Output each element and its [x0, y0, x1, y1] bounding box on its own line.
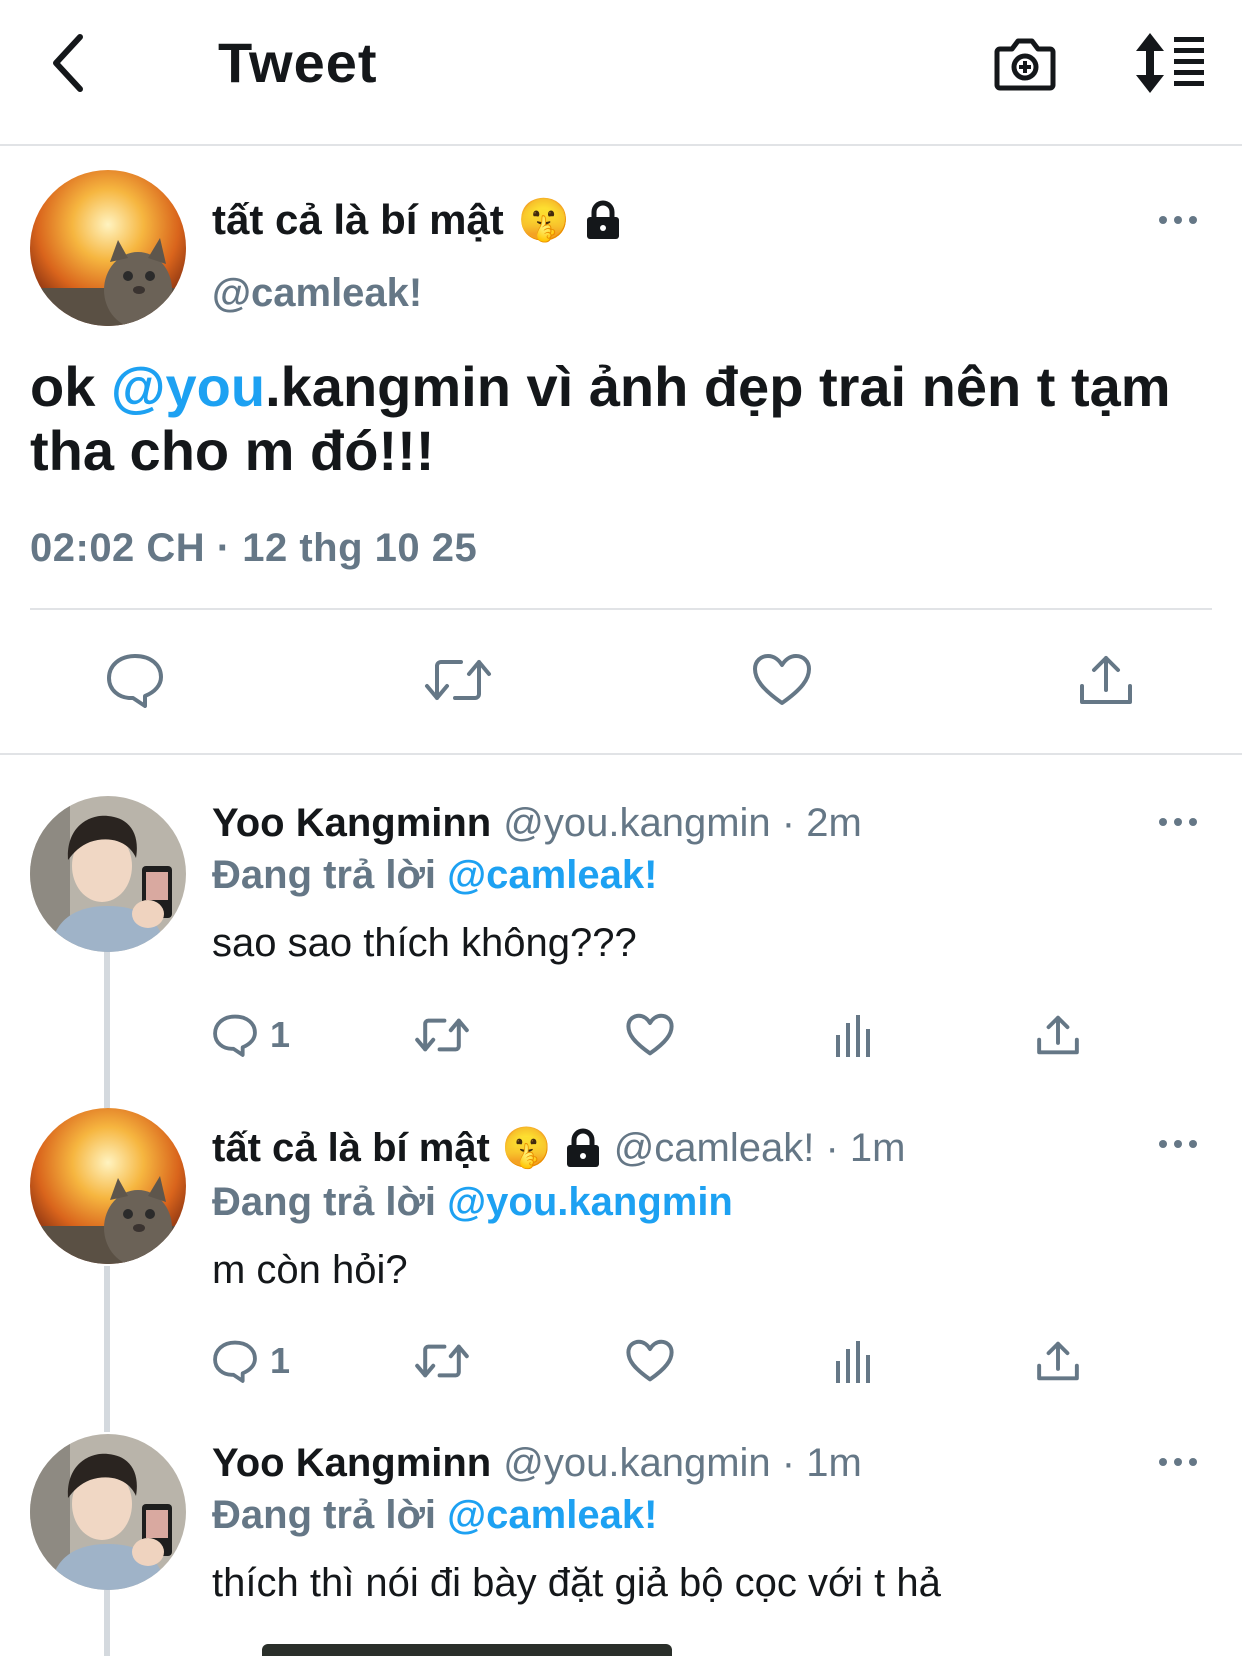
avatar[interactable]	[30, 170, 186, 326]
reply-author-handle[interactable]: @you.kangmin · 2m	[503, 797, 862, 849]
divider	[0, 753, 1242, 755]
reply-actions: 1	[200, 1326, 1100, 1396]
reply-count: 1	[270, 1014, 291, 1055]
reply-author-name[interactable]: Yoo Kangminn	[212, 797, 491, 849]
shush-emoji: 🤫	[501, 1126, 552, 1170]
reply-header: Yoo Kangminn @you.kangmin · 1m	[212, 1437, 862, 1489]
replying-to: Đang trả lời @camleak!	[212, 1489, 657, 1541]
more-icon[interactable]	[1148, 1124, 1208, 1164]
media-preview[interactable]	[262, 1644, 672, 1656]
top-bar: Tweet	[0, 0, 1242, 146]
thread-line	[104, 1266, 110, 1432]
tweet-actions	[0, 640, 1242, 720]
tweet-timestamp[interactable]: 02:02 CH · 12 thg 10 25	[30, 520, 477, 576]
more-icon[interactable]	[1148, 802, 1208, 842]
tweet-text-prefix: ok	[30, 355, 111, 418]
reply-text: thích thì nói đi bày đặt giả bộ cọc với …	[212, 1561, 941, 1605]
author-name[interactable]: tất cả là bí mật 🤫	[212, 192, 622, 248]
reply-icon	[213, 1340, 257, 1383]
like-icon[interactable]	[742, 640, 822, 720]
reply-actions: 1	[200, 1000, 1100, 1070]
share-icon[interactable]	[1036, 1326, 1080, 1396]
reply-text: m còn hỏi?	[212, 1248, 408, 1292]
replying-mention[interactable]: @camleak!	[447, 1493, 657, 1537]
avatar[interactable]	[30, 1434, 186, 1590]
reply-header: Yoo Kangminn @you.kangmin · 2m	[212, 797, 862, 849]
replying-mention[interactable]: @you.kangmin	[447, 1180, 733, 1224]
share-icon[interactable]	[1036, 1000, 1080, 1070]
more-icon[interactable]	[1148, 200, 1208, 240]
share-icon[interactable]	[1066, 640, 1146, 720]
like-icon[interactable]	[626, 1000, 674, 1070]
lock-icon	[584, 200, 622, 240]
thread-line	[104, 950, 110, 1108]
more-icon[interactable]	[1148, 1442, 1208, 1482]
tweet-text: ok @you.kangmin vì ảnh đẹp trai nên t tạ…	[30, 355, 1210, 483]
back-icon[interactable]	[38, 28, 98, 98]
retweet-icon[interactable]	[414, 1326, 470, 1396]
replying-label: Đang trả lời	[212, 1493, 437, 1537]
replying-to: Đang trả lời @you.kangmin	[212, 1176, 733, 1228]
thread-line	[104, 1590, 110, 1656]
reply-button[interactable]: 1	[212, 1000, 290, 1070]
mention-link[interactable]: @you	[111, 355, 265, 418]
avatar[interactable]	[30, 1108, 186, 1264]
page-title: Tweet	[218, 31, 378, 94]
retweet-icon[interactable]	[418, 640, 498, 720]
avatar[interactable]	[30, 796, 186, 952]
reply-button[interactable]: 1	[212, 1326, 290, 1396]
reply-author-handle[interactable]: @camleak! · 1m	[614, 1122, 906, 1174]
reply-author-handle[interactable]: @you.kangmin · 1m	[503, 1437, 862, 1489]
sort-icon[interactable]	[1130, 28, 1210, 98]
reply-icon[interactable]	[95, 640, 175, 720]
reply-header: tất cả là bí mật 🤫 @camleak! · 1m	[212, 1122, 905, 1174]
lock-icon	[564, 1128, 602, 1168]
reply-author-name[interactable]: Yoo Kangminn	[212, 1437, 491, 1489]
reply-icon	[213, 1014, 257, 1057]
divider	[30, 608, 1212, 610]
reply-text: sao sao thích không???	[212, 921, 637, 965]
replying-label: Đang trả lời	[212, 853, 437, 897]
replying-mention[interactable]: @camleak!	[447, 853, 657, 897]
camera-plus-icon[interactable]	[992, 28, 1058, 98]
shush-emoji: 🤫	[517, 196, 571, 243]
author-handle[interactable]: @camleak!	[212, 265, 422, 321]
analytics-icon[interactable]	[834, 1326, 874, 1396]
author-name-text: tất cả là bí mật	[212, 196, 504, 243]
reply-author-name[interactable]: tất cả là bí mật	[212, 1122, 490, 1174]
reply-count: 1	[270, 1340, 291, 1381]
analytics-icon[interactable]	[834, 1000, 874, 1070]
replying-to: Đang trả lời @camleak!	[212, 849, 657, 901]
retweet-icon[interactable]	[414, 1000, 470, 1070]
like-icon[interactable]	[626, 1326, 674, 1396]
replying-label: Đang trả lời	[212, 1180, 437, 1224]
